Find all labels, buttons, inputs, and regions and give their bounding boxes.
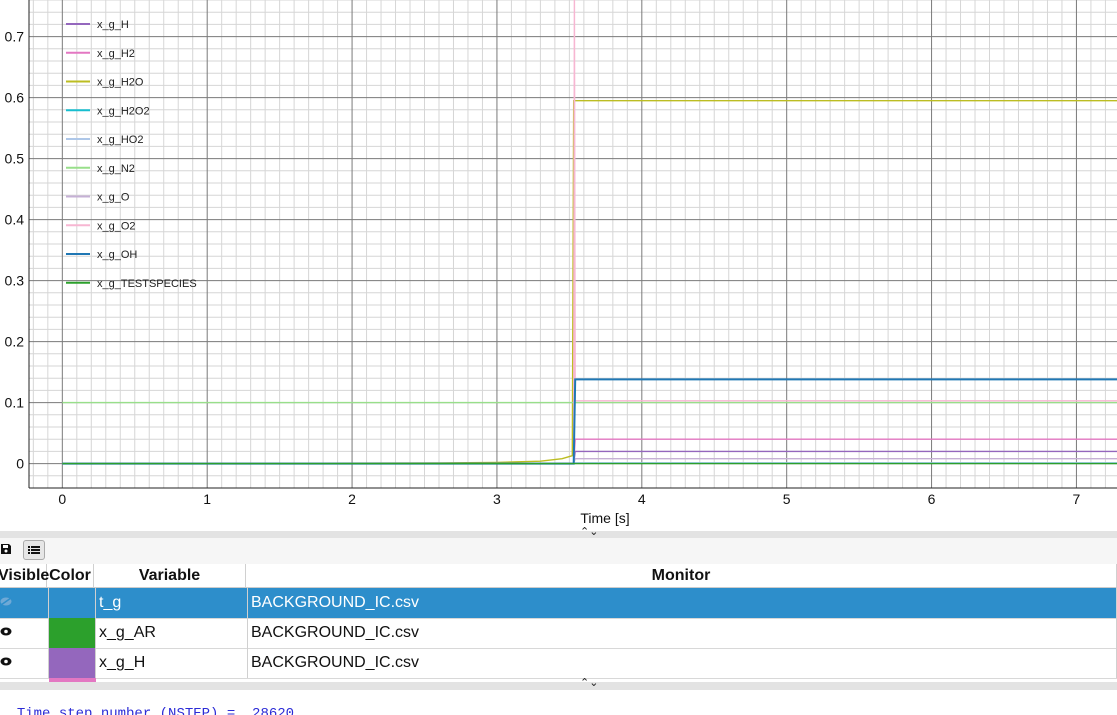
eye-icon [0,627,12,639]
x-tick-label: 1 [203,491,211,507]
monitor-file: BACKGROUND_IC.csv [248,588,1117,618]
x-tick-label: 6 [928,491,936,507]
header-monitor[interactable]: Monitor [246,564,1117,587]
y-tick-label: 0.1 [5,395,25,411]
table-row[interactable]: t_g BACKGROUND_IC.csv [0,588,1117,619]
list-icon [28,546,40,554]
console-line: Time step number (NSTEP) = 28620 [16,706,295,715]
y-tick-label: 0.2 [5,334,25,350]
eye-slash-icon [0,597,12,609]
color-swatch[interactable] [49,618,96,648]
y-tick-label: 0.5 [5,151,25,167]
x-tick-label: 7 [1073,491,1081,507]
x-tick-label: 4 [638,491,646,507]
legend-label: x_g_N2 [97,163,135,175]
legend-label: x_g_H2O [97,77,144,89]
x-axis-label: Time [s] [580,510,630,526]
legend-label: x_g_TESTSPECIES [97,278,197,290]
plot-area[interactable]: 0 1 2 3 4 5 6 7 0 0.1 0.2 0.3 0.4 0.5 0.6 0.7 x_g_H x_g_H… [0,0,1117,532]
header-visible[interactable]: Visible [0,564,49,587]
x-tick-label: 3 [493,491,501,507]
collapse-chevrons-icon[interactable]: ⌃⌄ [580,527,598,538]
y-tick-label: 0.4 [5,212,25,228]
variable-name: x_g_AR [96,618,248,648]
console-splitter[interactable]: ⌃⌄ [0,678,1117,690]
collapse-chevrons-icon[interactable]: ⌃⌄ [580,678,598,689]
monitor-file: BACKGROUND_IC.csv [248,648,1117,678]
variable-name: x_g_H [96,648,248,678]
list-toggle-button[interactable] [23,540,45,560]
legend-label: x_g_HO2 [97,134,143,146]
y-tick-label: 0.7 [5,29,25,45]
console-output: Time step number (NSTEP) = 28620 [0,690,1117,715]
x-tick-label: 5 [783,491,791,507]
visibility-toggle[interactable] [0,618,49,648]
save-button[interactable] [0,540,16,558]
table-row[interactable]: x_g_H BACKGROUND_IC.csv [0,648,1117,679]
line-chart[interactable]: 0 1 2 3 4 5 6 7 0 0.1 0.2 0.3 0.4 0.5 0.6 0.7 x_g_H x_g_H… [0,0,1117,532]
x-tick-label: 0 [58,491,66,507]
x-tick-label: 2 [348,491,356,507]
variable-name: t_g [96,588,248,618]
legend-label: x_g_O2 [97,220,136,232]
color-swatch[interactable] [49,648,96,678]
header-variable[interactable]: Variable [94,564,246,587]
y-tick-label: 0 [16,456,24,472]
series-line-x-g-h2o [62,99,1117,465]
series-line-x-g-h [62,450,1117,465]
variable-table: Visible Color Variable Monitor t_g BACKGR… [0,564,1117,684]
legend-label: x_g_O [97,192,130,204]
table-header: Visible Color Variable Monitor [0,564,1117,588]
table-toolbar [0,538,1117,564]
y-tick-label: 0.6 [5,90,25,106]
table-row[interactable]: x_g_AR BACKGROUND_IC.csv [0,618,1117,649]
legend-label: x_g_H2 [97,48,135,60]
save-icon [1,544,11,554]
header-color[interactable]: Color [47,564,94,587]
y-tick-label: 0.3 [5,273,25,289]
color-swatch[interactable] [49,588,96,618]
monitor-file: BACKGROUND_IC.csv [248,618,1117,648]
visibility-toggle[interactable] [0,588,49,618]
visibility-toggle[interactable] [0,648,49,678]
legend-label: x_g_H2O2 [97,105,150,117]
legend-label: x_g_H [97,19,129,31]
legend-label: x_g_OH [97,249,137,261]
eye-icon [0,657,12,669]
